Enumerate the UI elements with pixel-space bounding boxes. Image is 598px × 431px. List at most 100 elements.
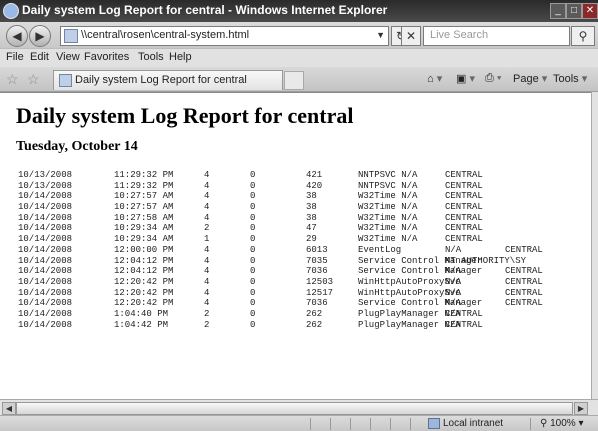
report-title: Daily system Log Report for central	[16, 103, 354, 128]
log-cell: N/A	[445, 244, 462, 255]
log-cell: 0	[250, 319, 256, 330]
minimize-button[interactable]: _	[550, 3, 566, 19]
log-cell: 2	[204, 223, 210, 234]
log-cell: 10/13/2008	[18, 180, 73, 191]
log-cell: 10/14/2008	[18, 244, 73, 255]
scroll-left-arrow[interactable]: ◀	[2, 402, 16, 415]
home-icon[interactable]: ⌂ ▾	[427, 72, 442, 85]
log-cell: 4	[204, 202, 210, 213]
menu-tools[interactable]: Tools	[138, 51, 164, 63]
horizontal-scrollbar[interactable]: ◀ ▶	[0, 399, 598, 416]
log-cell: 10/14/2008	[18, 255, 73, 266]
log-cell: 0	[250, 298, 256, 309]
report-date: Tuesday, October 14	[16, 139, 138, 154]
log-cell: 38	[306, 202, 317, 213]
page-icon	[59, 74, 72, 87]
log-cell: 4	[204, 180, 210, 191]
new-tab-button[interactable]	[284, 71, 304, 90]
log-cell: 12:04:12 PM	[114, 255, 174, 266]
menu-bar: File Edit View Favorites Tools Help	[0, 48, 598, 68]
log-cell: CENTRAL	[445, 180, 483, 191]
address-field[interactable]: \\central\rosen\central-system.html ▼	[60, 26, 389, 46]
log-cell: 262	[306, 319, 323, 330]
window-title: Daily system Log Report for central - Wi…	[22, 3, 388, 17]
search-placeholder: Live Search	[430, 29, 489, 41]
log-cell: 4	[204, 191, 210, 202]
log-cell: CENTRAL	[445, 212, 483, 223]
zoom-button[interactable]: ⚲ 100% ▾	[540, 418, 584, 429]
menu-favorites[interactable]: Favorites	[84, 51, 129, 63]
tab-report[interactable]: Daily system Log Report for central	[53, 70, 283, 90]
log-cell: 421	[306, 170, 323, 180]
log-cell: W32Time N/A	[358, 191, 418, 202]
log-cell: N/A	[445, 276, 462, 287]
log-cell: 38	[306, 212, 317, 223]
search-field[interactable]: Live Search	[423, 26, 570, 46]
log-cell: 7035	[306, 255, 328, 266]
log-cell: 47	[306, 223, 317, 234]
stop-button[interactable]: ✕	[401, 26, 421, 46]
log-cell: CENTRAL	[445, 308, 483, 319]
browser-window: Daily system Log Report for central - Wi…	[0, 0, 598, 431]
log-cell: CENTRAL	[505, 287, 543, 298]
log-cell: 11:29:32 PM	[114, 180, 174, 191]
log-cell: 12:04:12 PM	[114, 266, 174, 277]
search-button[interactable]: ⚲	[571, 26, 595, 46]
log-cell: 2	[204, 308, 210, 319]
status-bar: Local intranet ⚲ 100% ▾	[0, 415, 598, 431]
log-cell: CENTRAL	[505, 276, 543, 287]
close-button[interactable]: ✕	[582, 3, 598, 19]
log-cell: 10/14/2008	[18, 308, 73, 319]
log-cell: N/A	[445, 287, 462, 298]
log-cell: 4	[204, 298, 210, 309]
log-cell: 0	[250, 223, 256, 234]
log-cell: 10:27:57 AM	[114, 191, 174, 202]
log-cell: 12:20:42 PM	[114, 287, 174, 298]
feeds-icon[interactable]: ▣ ▾	[456, 72, 475, 85]
favorites-star-icon[interactable]: ☆	[6, 71, 19, 88]
title-bar: Daily system Log Report for central - Wi…	[0, 0, 598, 22]
print-icon[interactable]: ⎙ ▾	[485, 72, 501, 85]
menu-view[interactable]: View	[56, 51, 80, 63]
log-cell: 1:04:40 PM	[114, 308, 169, 319]
scroll-thumb[interactable]	[16, 402, 573, 415]
maximize-button[interactable]: □	[566, 3, 582, 19]
log-cell: 10/14/2008	[18, 298, 73, 309]
log-cell: 0	[250, 202, 256, 213]
log-cell: 4	[204, 276, 210, 287]
address-toolbar: ◀ ▶ \\central\rosen\central-system.html …	[0, 22, 598, 48]
tools-menu-button[interactable]: Tools ▾	[553, 72, 587, 85]
log-cell: W32Time N/A	[358, 234, 418, 245]
log-cell: 12:20:42 PM	[114, 298, 174, 309]
add-favorites-icon[interactable]: ☆	[27, 71, 40, 88]
log-cell: CENTRAL	[445, 191, 483, 202]
log-cell: CENTRAL	[505, 266, 543, 277]
log-cell: 10/14/2008	[18, 212, 73, 223]
log-cell: 6013	[306, 244, 328, 255]
vertical-scrollbar[interactable]	[591, 92, 598, 399]
page-menu-button[interactable]: Page ▾	[513, 72, 547, 85]
log-cell: EventLog	[358, 244, 402, 255]
log-cell: 10/14/2008	[18, 202, 73, 213]
log-cell: 11:29:32 PM	[114, 170, 174, 180]
log-cell: 4	[204, 244, 210, 255]
log-cell: 7036	[306, 298, 328, 309]
log-cell: CENTRAL	[505, 298, 543, 309]
log-cell: 0	[250, 191, 256, 202]
security-zone[interactable]: Local intranet	[428, 418, 503, 429]
log-cell: 0	[250, 276, 256, 287]
forward-button[interactable]: ▶	[29, 25, 51, 47]
log-cell: 4	[204, 170, 210, 180]
log-cell: 0	[250, 287, 256, 298]
scroll-right-arrow[interactable]: ▶	[574, 402, 588, 415]
log-cell: 0	[250, 180, 256, 191]
log-cell: Service Control Manager	[358, 266, 483, 277]
menu-help[interactable]: Help	[169, 51, 192, 63]
back-button[interactable]: ◀	[6, 25, 28, 47]
log-cell: 10:29:34 AM	[114, 234, 174, 245]
menu-edit[interactable]: Edit	[30, 51, 49, 63]
page-icon	[64, 29, 78, 43]
chevron-down-icon[interactable]: ▼	[376, 30, 385, 40]
log-cell: 0	[250, 234, 256, 245]
menu-file[interactable]: File	[6, 51, 24, 63]
